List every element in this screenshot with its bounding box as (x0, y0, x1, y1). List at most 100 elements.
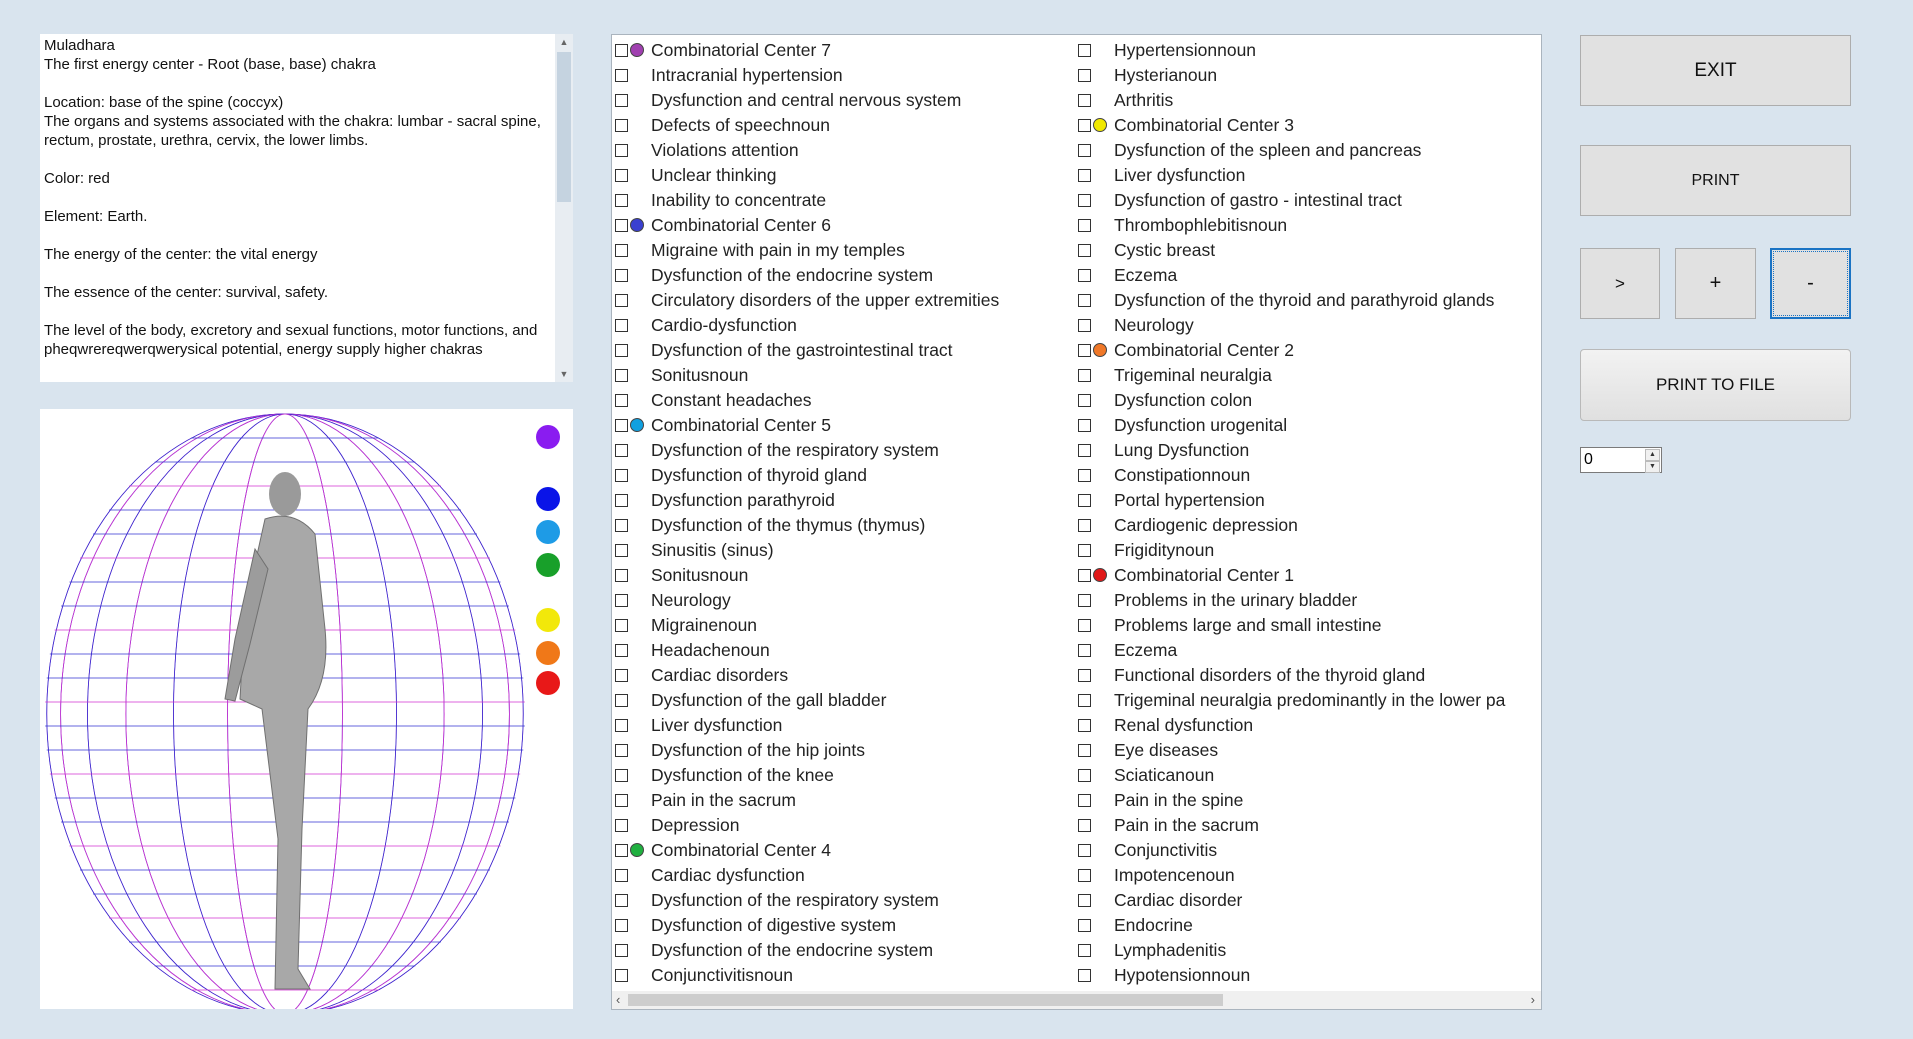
checkbox[interactable] (615, 719, 628, 732)
checkbox[interactable] (1078, 719, 1091, 732)
checkbox[interactable] (615, 519, 628, 532)
checkbox[interactable] (1078, 619, 1091, 632)
checkbox[interactable] (615, 469, 628, 482)
checkbox[interactable] (615, 919, 628, 932)
checkbox[interactable] (615, 969, 628, 982)
checkbox[interactable] (1078, 569, 1091, 582)
checkbox[interactable] (1078, 744, 1091, 757)
checkbox[interactable] (1078, 894, 1091, 907)
exit-button[interactable]: EXIT (1580, 35, 1851, 106)
checkbox[interactable] (615, 744, 628, 757)
checkbox[interactable] (1078, 594, 1091, 607)
checkbox[interactable] (1078, 394, 1091, 407)
checkbox[interactable] (1078, 819, 1091, 832)
checkbox[interactable] (1078, 269, 1091, 282)
scrollbar-thumb[interactable] (557, 52, 571, 202)
checkbox[interactable] (1078, 369, 1091, 382)
checkbox[interactable] (1078, 919, 1091, 932)
checkbox[interactable] (615, 694, 628, 707)
checkbox[interactable] (615, 244, 628, 257)
checkbox[interactable] (1078, 769, 1091, 782)
checkbox[interactable] (615, 769, 628, 782)
checkbox[interactable] (615, 419, 628, 432)
checkbox[interactable] (615, 269, 628, 282)
scrollbar-thumb[interactable] (628, 994, 1223, 1006)
checkbox[interactable] (1078, 294, 1091, 307)
scroll-right-icon[interactable]: › (1531, 991, 1535, 1009)
chakra-dot-icon[interactable] (536, 553, 560, 577)
spinner-down-icon[interactable]: ▼ (1645, 461, 1660, 473)
checkbox[interactable] (1078, 169, 1091, 182)
checkbox[interactable] (1078, 519, 1091, 532)
checkbox[interactable] (615, 794, 628, 807)
print-button[interactable]: PRINT (1580, 145, 1851, 216)
checkbox[interactable] (615, 294, 628, 307)
list-horizontal-scrollbar[interactable]: ‹ › (612, 991, 1541, 1009)
checkbox[interactable] (615, 869, 628, 882)
checkbox[interactable] (615, 844, 628, 857)
checkbox[interactable] (615, 944, 628, 957)
checkbox[interactable] (1078, 644, 1091, 657)
checkbox[interactable] (615, 494, 628, 507)
checkbox[interactable] (615, 69, 628, 82)
checkbox[interactable] (1078, 969, 1091, 982)
symptom-checklist[interactable]: Combinatorial Center 7 Intracranial hyper… (611, 34, 1542, 1010)
minus-button[interactable]: - (1770, 248, 1851, 319)
scroll-down-icon[interactable]: ▼ (555, 366, 573, 382)
checkbox[interactable] (1078, 344, 1091, 357)
checkbox[interactable] (1078, 944, 1091, 957)
checkbox[interactable] (615, 594, 628, 607)
checkbox[interactable] (1078, 419, 1091, 432)
scroll-up-icon[interactable]: ▲ (555, 34, 573, 50)
chakra-dot-icon[interactable] (536, 671, 560, 695)
checkbox[interactable] (615, 569, 628, 582)
chakra-dot-icon[interactable] (536, 641, 560, 665)
checkbox[interactable] (615, 44, 628, 57)
plus-button[interactable]: + (1675, 248, 1756, 319)
checkbox[interactable] (615, 119, 628, 132)
scroll-left-icon[interactable]: ‹ (616, 991, 620, 1009)
chakra-dot-icon[interactable] (536, 520, 560, 544)
checkbox[interactable] (1078, 469, 1091, 482)
checkbox[interactable] (615, 319, 628, 332)
checkbox[interactable] (615, 169, 628, 182)
checkbox[interactable] (615, 194, 628, 207)
checkbox[interactable] (615, 369, 628, 382)
checkbox[interactable] (615, 894, 628, 907)
checkbox[interactable] (1078, 144, 1091, 157)
checkbox[interactable] (615, 669, 628, 682)
chakra-dot-icon[interactable] (536, 425, 560, 449)
checkbox[interactable] (1078, 794, 1091, 807)
checkbox[interactable] (615, 94, 628, 107)
checkbox[interactable] (1078, 119, 1091, 132)
next-button[interactable]: > (1580, 248, 1660, 319)
chakra-dot-icon[interactable] (536, 608, 560, 632)
checkbox[interactable] (1078, 869, 1091, 882)
checkbox[interactable] (1078, 44, 1091, 57)
checkbox[interactable] (1078, 244, 1091, 257)
spinner-value[interactable]: 0 (1584, 451, 1593, 469)
chakra-dot-icon[interactable] (536, 487, 560, 511)
checkbox[interactable] (1078, 319, 1091, 332)
number-spinner[interactable]: 0 ▲ ▼ (1580, 447, 1662, 473)
checkbox[interactable] (615, 644, 628, 657)
checkbox[interactable] (615, 344, 628, 357)
checkbox[interactable] (1078, 694, 1091, 707)
checkbox[interactable] (1078, 494, 1091, 507)
checkbox[interactable] (1078, 194, 1091, 207)
checkbox[interactable] (615, 394, 628, 407)
checkbox[interactable] (615, 619, 628, 632)
checkbox[interactable] (1078, 669, 1091, 682)
checkbox[interactable] (615, 819, 628, 832)
print-to-file-button[interactable]: PRINT TO FILE (1580, 349, 1851, 421)
checkbox[interactable] (1078, 444, 1091, 457)
checkbox[interactable] (1078, 69, 1091, 82)
checkbox[interactable] (1078, 219, 1091, 232)
checkbox[interactable] (1078, 844, 1091, 857)
checkbox[interactable] (1078, 94, 1091, 107)
checkbox[interactable] (615, 544, 628, 557)
info-vertical-scrollbar[interactable]: ▲ ▼ (555, 34, 573, 382)
checkbox[interactable] (615, 144, 628, 157)
checkbox[interactable] (1078, 544, 1091, 557)
checkbox[interactable] (615, 219, 628, 232)
